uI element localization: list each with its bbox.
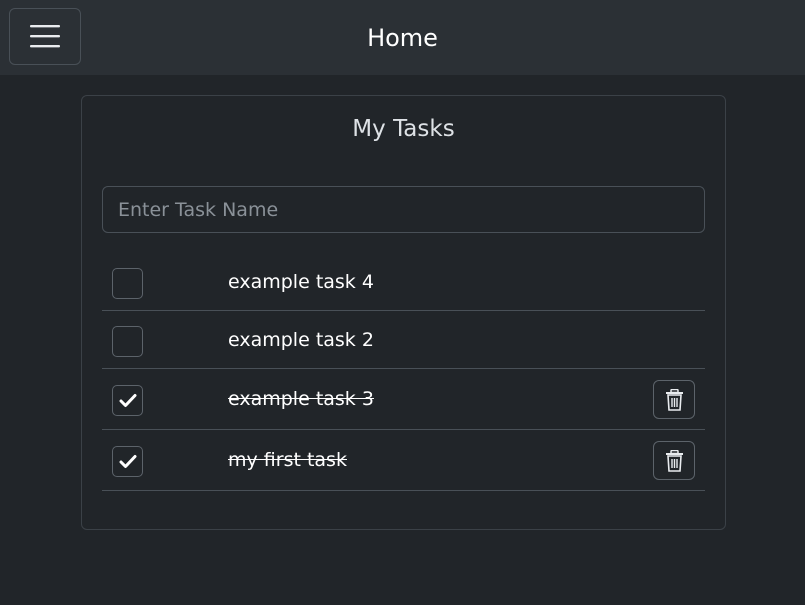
task-label: example task 3 <box>228 388 374 410</box>
task-label: example task 2 <box>228 328 374 351</box>
task-name-input[interactable] <box>102 186 705 233</box>
task-checkbox[interactable] <box>112 326 143 357</box>
check-icon <box>119 394 137 407</box>
delete-task-button[interactable] <box>653 380 695 419</box>
task-row: my first task <box>102 430 705 491</box>
delete-task-button[interactable] <box>653 441 695 480</box>
task-row: example task 3 <box>102 369 705 430</box>
task-checkbox[interactable] <box>112 446 143 477</box>
task-label: example task 4 <box>228 270 374 293</box>
task-label: my first task <box>228 449 347 471</box>
trash-icon <box>666 450 683 472</box>
task-row: example task 2 <box>102 311 705 369</box>
task-list: example task 4 example task 2 example ta… <box>102 253 705 491</box>
trash-icon <box>666 389 683 411</box>
task-checkbox[interactable] <box>112 385 143 416</box>
navbar: Home <box>0 0 805 75</box>
task-checkbox[interactable] <box>112 268 143 299</box>
page-title: Home <box>367 24 438 52</box>
check-icon <box>119 455 137 468</box>
task-row: example task 4 <box>102 253 705 311</box>
card-title: My Tasks <box>352 116 455 142</box>
tasks-card: My Tasks example task 4 example task 2 e… <box>81 95 726 530</box>
